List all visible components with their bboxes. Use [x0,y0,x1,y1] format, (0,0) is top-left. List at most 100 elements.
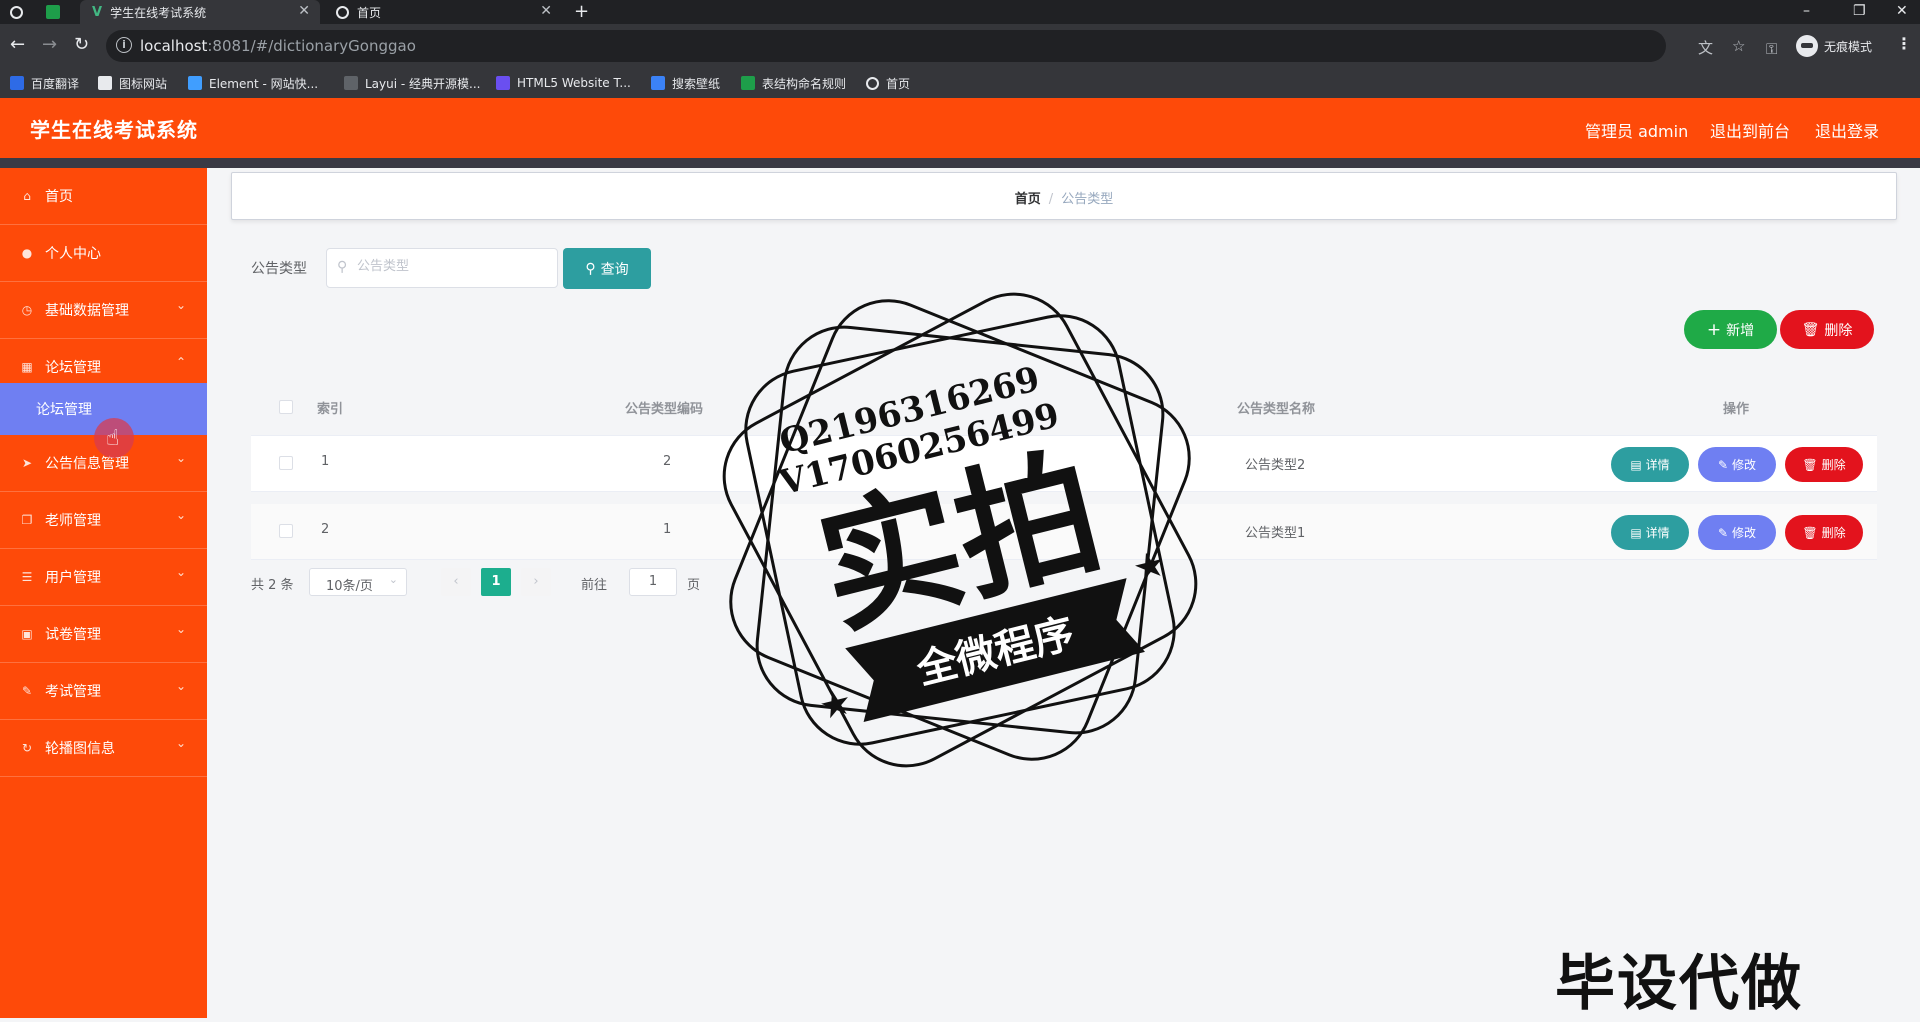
chevron-down-icon: ⌄ [176,679,187,693]
translate-icon[interactable]: 文 [1698,37,1713,58]
grid-icon: ▦ [21,360,33,374]
copy-icon: ❐ [21,513,33,527]
header-name: 公告类型名称 [1237,402,1316,417]
sheet-icon [46,5,60,19]
logout-link[interactable]: 退出登录 [1815,118,1879,142]
header-divider [0,158,1920,168]
restore-button[interactable]: ❐ [1853,0,1866,24]
delete-button[interactable]: 🗑 删除 [1785,515,1863,550]
trash-icon: 🗑 [1802,457,1818,472]
translate-icon [10,76,24,90]
select-all-checkbox[interactable] [279,400,293,414]
goto-page-input[interactable]: 1 [629,568,677,596]
search-field[interactable]: ⚲ [326,248,558,288]
close-window-button[interactable]: ✕ [1896,0,1908,24]
row-checkbox[interactable] [279,456,293,470]
search-icon: ⚲ [337,259,348,275]
sidebar-item-exam[interactable]: ✎ 考试管理 ⌄ [0,663,207,720]
header-code: 公告类型编码 [625,402,704,417]
refresh-icon: ↻ [21,741,33,755]
search-input[interactable] [355,258,545,275]
forward-button[interactable]: → [42,34,57,56]
bookmark-item[interactable]: 百度翻译 [10,68,79,98]
new-tab-button[interactable]: + [574,0,589,24]
chevron-down-icon: ⌄ [388,573,398,586]
sidebar-item-teacher[interactable]: ❐ 老师管理 ⌄ [0,492,207,549]
page-unit-label: 页 [687,578,701,593]
detail-button[interactable]: ▤ 详情 [1611,447,1689,482]
html5-icon [496,76,510,90]
pinned-tab[interactable] [46,0,78,24]
trash-icon: 🗑 [1801,321,1820,338]
sidebar-item-basic-data[interactable]: ◷ 基础数据管理 ⌄ [0,282,207,339]
prev-page-button[interactable]: ‹ [441,568,471,596]
search-icon: ⚲ [585,260,596,277]
incognito-indicator[interactable]: 无痕模式 [1796,35,1872,57]
bookmark-item[interactable]: 图标网站 [98,68,167,98]
incognito-label: 无痕模式 [1824,39,1873,54]
bookmark-item[interactable]: HTML5 Website T... [496,68,631,98]
chevron-down-icon: ⌄ [176,508,187,522]
back-button[interactable]: ← [10,34,25,56]
url-text: localhost:8081/#/dictionaryGonggao [140,37,416,55]
row-checkbox[interactable] [279,524,293,538]
cell-index: 1 [321,454,330,469]
bookmark-item[interactable]: Layui - 经典开源模... [344,68,480,98]
layui-icon [344,76,358,90]
sidebar-item-personal[interactable]: ● 个人中心 [0,225,207,282]
app-header: 学生在线考试系统 管理员 admin 退出到前台 退出登录 [0,98,1920,158]
delete-button[interactable]: 🗑 删除 [1785,447,1863,482]
close-icon[interactable]: ✕ [540,3,552,19]
key-icon[interactable]: ⚿ [1766,40,1777,58]
filter-label: 公告类型 [251,261,307,277]
close-icon[interactable]: ✕ [298,3,310,19]
pen-icon: ✎ [21,684,33,698]
query-button[interactable]: ⚲ 查询 [563,248,651,289]
minimize-button[interactable]: – [1803,0,1810,24]
sidebar-item-paper[interactable]: ▣ 试卷管理 ⌄ [0,606,207,663]
cell-name: 公告类型2 [1245,458,1306,473]
admin-user-link[interactable]: 管理员 admin [1585,118,1688,142]
tab-active[interactable]: V 学生在线考试系统 ✕ [80,0,320,24]
watermark-bottom-text: 毕设代做 [1555,949,1803,1019]
breadcrumb-home[interactable]: 首页 [1015,192,1041,207]
address-bar[interactable]: i localhost:8081/#/dictionaryGonggao 文 ☆ [106,30,1745,62]
back-to-front-link[interactable]: 退出到前台 [1710,118,1790,142]
bookmark-item[interactable]: Element - 网站快... [188,68,318,98]
sidebar: ⌂ 首页 ● 个人中心 ◷ 基础数据管理 ⌄ ▦ 论坛管理 ⌃ 论坛管理 ➤ 公… [0,168,207,1018]
tab-home[interactable]: 首页 ✕ [330,0,562,24]
sidebar-item-carousel[interactable]: ↻ 轮播图信息 ⌄ [0,720,207,777]
incognito-icon [1796,35,1818,57]
list-icon: ☰ [21,570,33,584]
edit-icon: ✎ [1717,457,1729,472]
sidebar-item-home[interactable]: ⌂ 首页 [0,168,207,225]
browser-menu-tab[interactable] [10,0,36,24]
tab-title: 首页 [357,5,382,20]
edit-button[interactable]: ✎ 修改 [1698,447,1776,482]
goto-label: 前往 [581,578,608,593]
sidebar-item-user[interactable]: ☰ 用户管理 ⌄ [0,549,207,606]
bookmarks-bar: 百度翻译 图标网站 Element - 网站快... Layui - 经典开源模… [0,68,1920,98]
bookmark-item[interactable]: 搜索壁纸 [651,68,720,98]
chevron-down-icon: ⌄ [176,451,187,465]
star-icon: ★ [815,681,856,729]
info-icon[interactable]: i [116,37,132,53]
globe-icon [866,76,879,90]
next-page-button[interactable]: › [521,568,551,596]
tab-title: 学生在线考试系统 [110,5,207,20]
bookmark-item[interactable]: 表结构命名规则 [741,68,846,98]
page-number-button[interactable]: 1 [481,568,511,596]
star-icon: ★ [1129,543,1170,591]
batch-delete-button[interactable]: 🗑 删除 [1780,310,1874,349]
browser-menu-icon[interactable]: ⋮ [1896,34,1912,53]
star-icon[interactable]: ☆ [1732,37,1745,55]
add-button[interactable]: + 新增 [1684,310,1777,349]
header-actions: 操作 [1723,402,1750,417]
app-title: 学生在线考试系统 [30,118,198,142]
page-size-select[interactable]: 10条/页 ⌄ [309,568,407,596]
reload-button[interactable]: ↻ [74,34,89,56]
vue-icon: V [92,4,103,20]
edit-button[interactable]: ✎ 修改 [1698,515,1776,550]
bookmark-item[interactable]: 首页 [866,68,910,98]
detail-button[interactable]: ▤ 详情 [1611,515,1689,550]
